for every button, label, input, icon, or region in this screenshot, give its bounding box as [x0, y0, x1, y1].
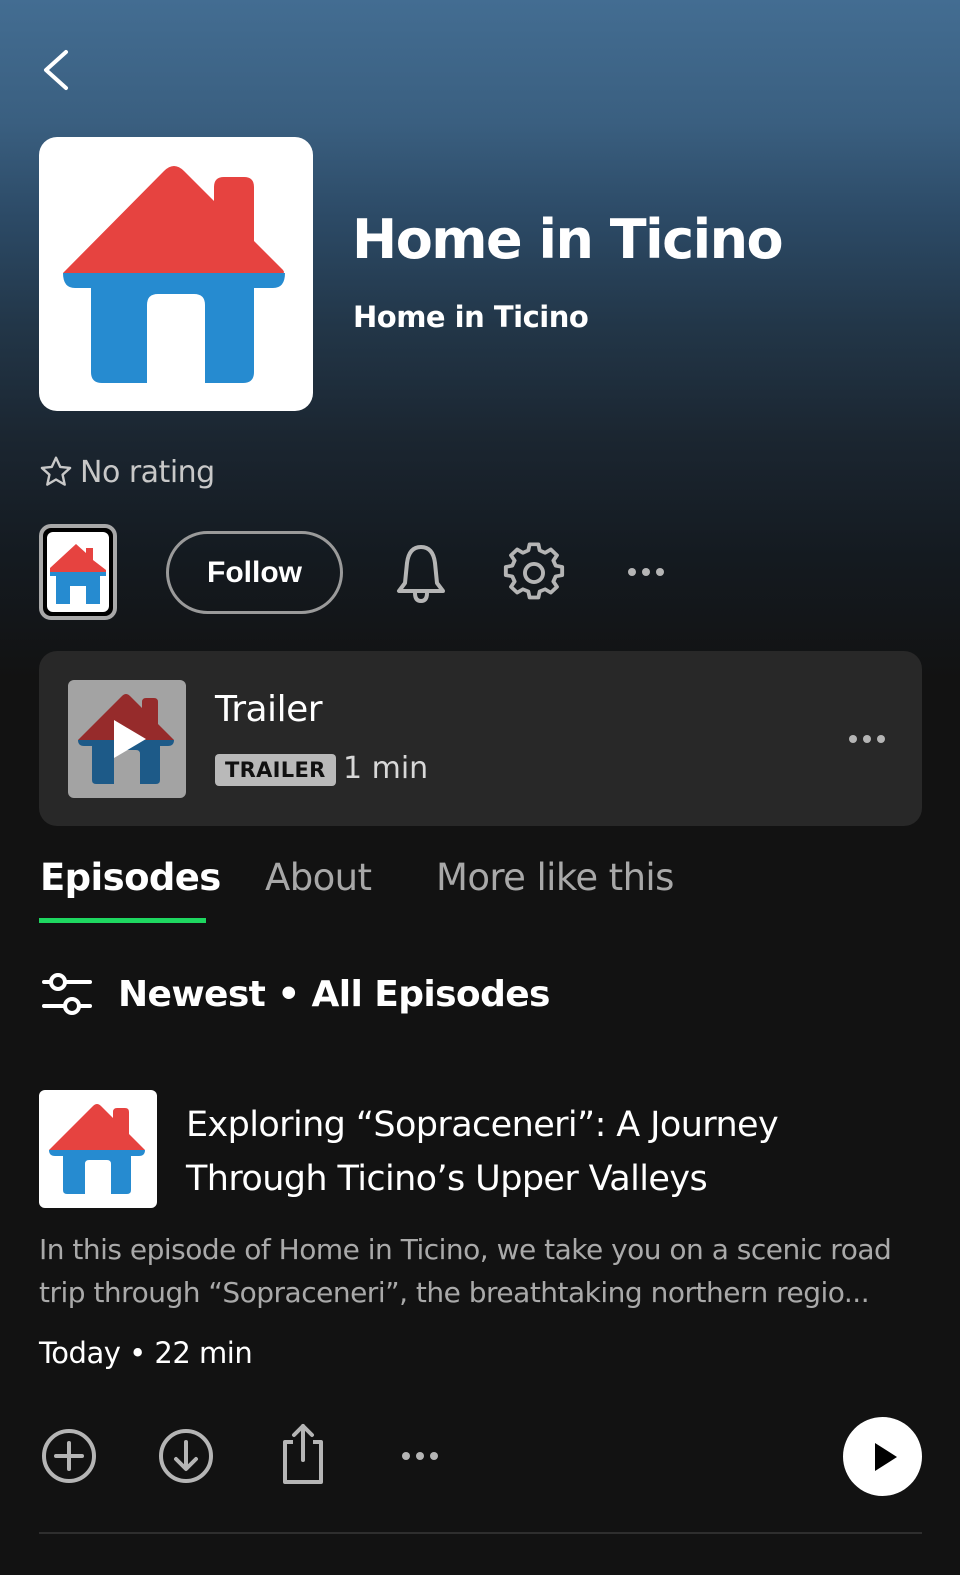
trailer-artwork[interactable] [68, 680, 186, 798]
download-button[interactable] [155, 1425, 217, 1487]
ellipsis-icon [628, 568, 664, 576]
share-button[interactable] [272, 1420, 334, 1488]
trailer-more-button[interactable] [842, 719, 892, 759]
episode-artwork[interactable] [39, 1090, 157, 1208]
house-logo-icon [78, 694, 174, 784]
trailer-card[interactable]: Trailer TRAILER 1 min [39, 651, 922, 826]
ellipsis-icon [849, 735, 885, 743]
play-icon [874, 1442, 897, 1471]
house-logo-icon [49, 1104, 145, 1194]
sliders-icon [42, 973, 92, 1015]
chevron-left-icon [44, 50, 68, 90]
rating[interactable]: No rating [38, 452, 215, 492]
add-circle-icon [42, 1429, 96, 1483]
episode-more-button[interactable] [392, 1438, 448, 1474]
share-icon [283, 1424, 323, 1484]
settings-button[interactable] [500, 540, 568, 606]
podcast-artwork [39, 137, 313, 411]
tab-more-like-this[interactable]: More like this [436, 856, 674, 899]
play-episode-button[interactable] [843, 1417, 922, 1496]
trailer-title: Trailer [215, 689, 323, 730]
tab-episodes[interactable]: Episodes [40, 856, 221, 899]
notifications-button[interactable] [388, 540, 454, 606]
tab-bar: Episodes About More like this [0, 850, 960, 930]
more-options-button[interactable] [618, 552, 674, 592]
add-to-queue-button[interactable] [38, 1425, 100, 1487]
house-logo-icon [63, 166, 285, 383]
trailer-duration: 1 min [343, 751, 429, 786]
podcast-thumbnail-button[interactable] [39, 524, 117, 620]
trailer-badge: TRAILER [215, 754, 336, 786]
rating-text: No rating [80, 454, 215, 490]
tab-about[interactable]: About [265, 856, 372, 899]
star-outline-icon [40, 456, 72, 486]
episode-meta: Today • 22 min [39, 1336, 253, 1370]
back-button[interactable] [36, 44, 80, 96]
download-circle-icon [159, 1429, 213, 1483]
ellipsis-icon [402, 1452, 438, 1460]
episode-description: In this episode of Home in Ticino, we ta… [39, 1233, 892, 1309]
filter-label: Newest • All Episodes [118, 973, 550, 1015]
house-logo-icon [50, 544, 106, 604]
gear-icon [503, 542, 565, 600]
follow-button[interactable]: Follow [166, 531, 343, 614]
episode-filter-button[interactable]: Newest • All Episodes [40, 966, 550, 1022]
podcast-author-link[interactable]: Home in Ticino [353, 300, 589, 334]
episode-divider [39, 1532, 922, 1534]
active-tab-indicator [39, 918, 206, 923]
podcast-title: Home in Ticino [352, 208, 784, 271]
episode-title[interactable]: Exploring “Sopraceneri”: A Journey Throu… [186, 1098, 886, 1206]
bell-icon [397, 545, 445, 604]
